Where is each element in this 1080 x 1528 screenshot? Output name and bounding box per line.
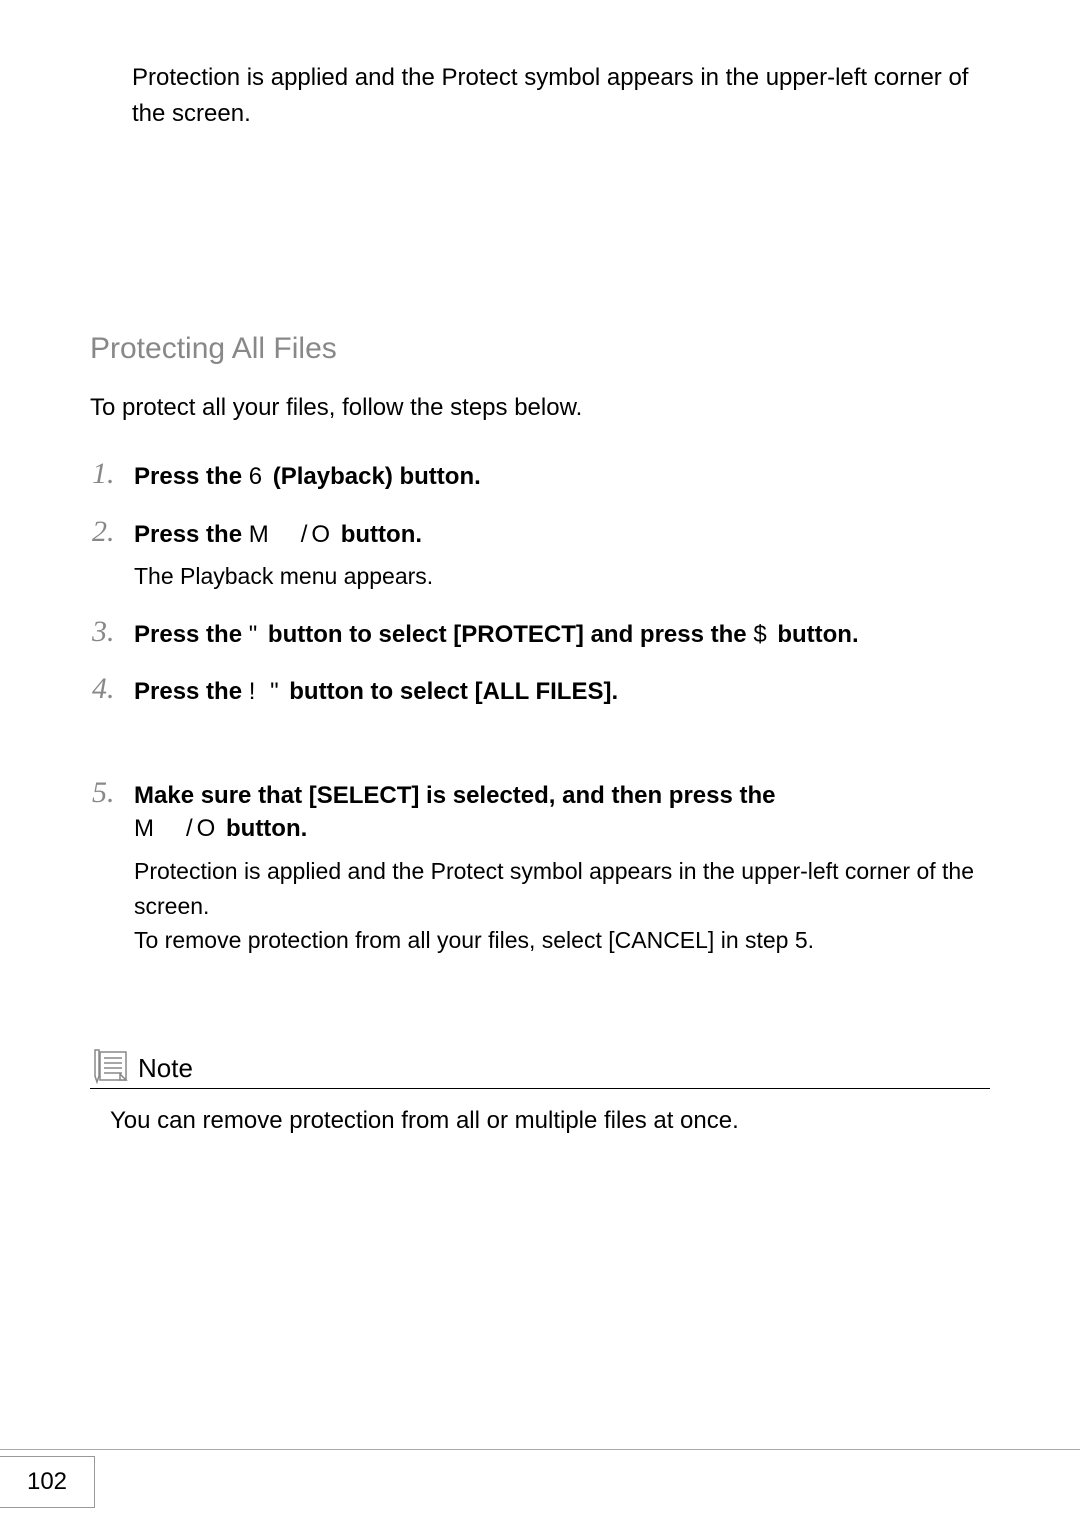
- step-title: Press the 6 (Playback) button.: [134, 460, 990, 494]
- text-span: Press the: [134, 521, 249, 548]
- text-span: button to select [PROTECT] and press the: [261, 621, 753, 648]
- text-span: button.: [334, 521, 422, 548]
- step-2: 2. Press the M /O button. The Playback m…: [90, 518, 990, 594]
- step-5: 5. Make sure that [SELECT] is selected, …: [90, 779, 990, 958]
- step-title: Press the " button to select [PROTECT] a…: [134, 618, 990, 652]
- step-title: Press the M /O button.: [134, 518, 990, 552]
- button-glyph: M /O: [249, 521, 334, 548]
- text-span: button.: [771, 621, 859, 648]
- step-1: 1. Press the 6 (Playback) button.: [90, 460, 990, 494]
- intro-paragraph: Protection is applied and the Protect sy…: [132, 60, 990, 132]
- note-icon: [90, 1048, 130, 1084]
- step-4: 4. Press the ! " button to select [ALL F…: [90, 675, 990, 755]
- button-glyph: $: [753, 621, 770, 648]
- text-span: button to select [ALL FILES].: [283, 678, 619, 705]
- step-3: 3. Press the " button to select [PROTECT…: [90, 618, 990, 652]
- section-heading: Protecting All Files: [90, 332, 990, 366]
- note-label: Note: [138, 1053, 193, 1084]
- step-title: Make sure that [SELECT] is selected, and…: [134, 779, 990, 846]
- text-span: Press the: [134, 463, 249, 490]
- note-text: You can remove protection from all or mu…: [110, 1107, 990, 1135]
- button-glyph: 6: [249, 463, 266, 490]
- step-body: Protection is applied and the Protect sy…: [134, 854, 990, 958]
- note-block: Note You can remove protection from all …: [90, 1048, 990, 1135]
- button-glyph: M /O: [134, 815, 219, 842]
- step-number: 5.: [92, 776, 115, 810]
- page-number: 102: [0, 1456, 95, 1508]
- text-span: Press the: [134, 678, 249, 705]
- step-title: Press the ! " button to select [ALL FILE…: [134, 675, 990, 709]
- step-body: The Playback menu appears.: [134, 559, 990, 594]
- footer-divider: [0, 1449, 1080, 1450]
- step-number: 3.: [92, 615, 115, 649]
- step-number: 4.: [92, 672, 115, 706]
- text-span: Make sure that [SELECT] is selected, and…: [134, 782, 776, 809]
- text-span: button.: [219, 815, 307, 842]
- button-glyph: ": [249, 621, 262, 648]
- note-header: Note: [90, 1048, 990, 1089]
- step-number: 2.: [92, 515, 115, 549]
- steps-list: 1. Press the 6 (Playback) button. 2. Pre…: [90, 460, 990, 958]
- button-glyph: ! ": [249, 678, 283, 705]
- text-span: (Playback) button.: [266, 463, 481, 490]
- step-number: 1.: [92, 457, 115, 491]
- text-span: Press the: [134, 621, 249, 648]
- section-lead-text: To protect all your files, follow the st…: [90, 394, 990, 422]
